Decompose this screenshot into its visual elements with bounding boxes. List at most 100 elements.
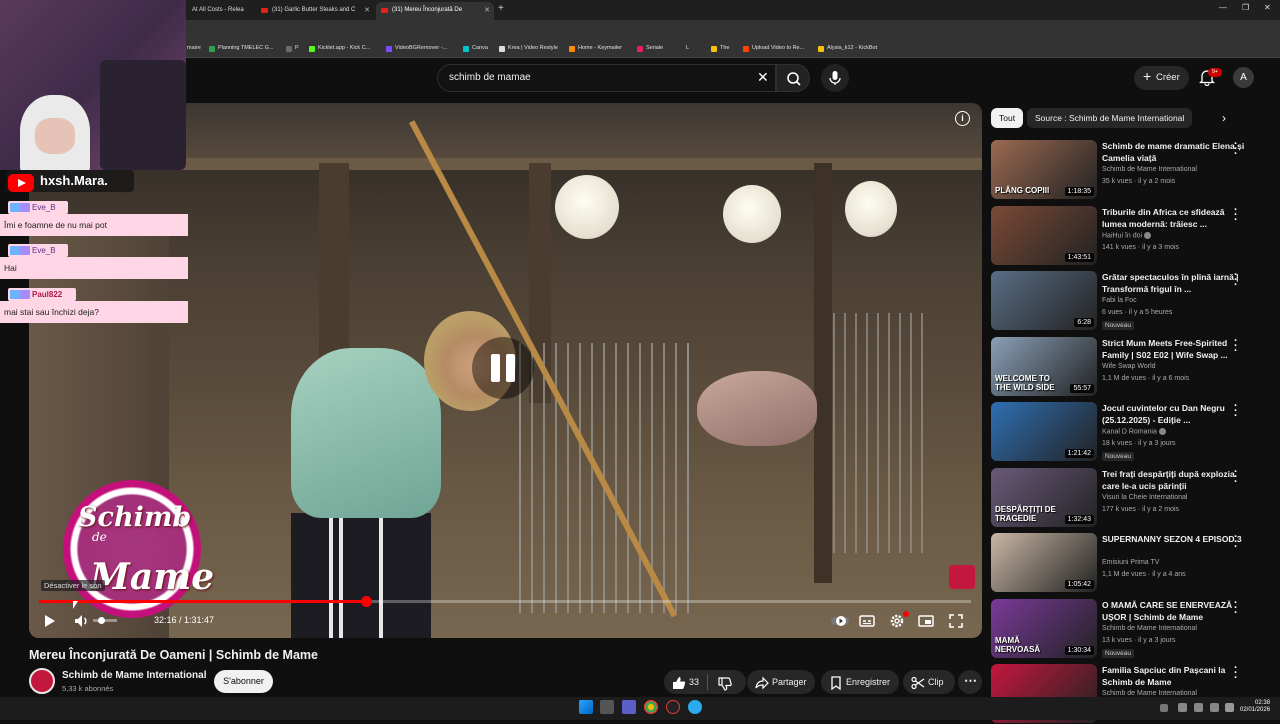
more-actions-button[interactable]: ⋯ (958, 670, 982, 694)
chrome-icon[interactable] (644, 700, 658, 714)
recommendation-channel[interactable]: Kanal D Romania (1102, 428, 1166, 435)
tray-icon[interactable] (1194, 703, 1203, 712)
bookmark[interactable]: Alysia_k12 - KickBot (818, 45, 877, 52)
account-avatar[interactable]: A (1233, 67, 1254, 88)
recommendation-title[interactable]: SUPERNANNY SEZON 4 EPISOD 3 (1102, 533, 1247, 545)
video-thumbnail[interactable]: 6:28 (991, 271, 1097, 330)
recommendation-item[interactable]: 1:21:42 Jocul cuvintelor cu Dan Negru (25… (991, 401, 1271, 462)
video-thumbnail[interactable]: MAMĂ NERVOASĂ 1:30:34 (991, 598, 1097, 658)
recommendation-item[interactable]: MAMĂ NERVOASĂ 1:30:34 O MAMĂ CARE SE ENERV… (991, 597, 1271, 659)
more-vert-icon[interactable]: · · · (1234, 204, 1238, 225)
more-vert-icon[interactable]: · · · (1234, 532, 1238, 553)
close-tab-icon[interactable]: ✕ (484, 6, 490, 14)
telegram-icon[interactable] (688, 700, 702, 714)
channel-watermark-icon[interactable] (949, 565, 975, 589)
recommendation-item[interactable]: 6:28 Grătar spectaculos în plină iarnă | … (991, 270, 1271, 331)
more-vert-icon[interactable]: · · · (1234, 597, 1238, 618)
tray-icon[interactable] (1178, 703, 1187, 712)
bookmark[interactable]: Canva (463, 45, 488, 52)
channel-avatar[interactable] (29, 668, 55, 694)
tray-icon[interactable] (1210, 703, 1219, 712)
progress-bar[interactable] (39, 596, 971, 607)
recommendation-channel[interactable]: Wife Swap World (1102, 363, 1156, 370)
recommendation-title[interactable]: Triburile din Africa ce sfidează lumea m… (1102, 206, 1247, 230)
app-icon[interactable] (666, 700, 680, 714)
info-icon[interactable]: i (955, 111, 970, 126)
recommendation-channel[interactable]: Schimb de Mame International (1102, 625, 1197, 632)
recommendation-channel[interactable]: Schimb de Mame International (1102, 690, 1197, 697)
recommendation-title[interactable]: Jocul cuvintelor cu Dan Negru (25.12.202… (1102, 402, 1247, 426)
bookmark[interactable]: P (286, 45, 299, 52)
create-button[interactable]: + Créer (1134, 66, 1189, 90)
browser-tab-active[interactable]: (31) Mereu Înconjurată De ✕ (376, 2, 494, 20)
chevron-right-icon[interactable]: › (1222, 111, 1226, 125)
recommendation-title[interactable]: Grătar spectaculos în plină iarnă | Tran… (1102, 271, 1247, 295)
channel-name[interactable]: Schimb de Mame International (62, 670, 206, 681)
bookmark[interactable]: Kicklet.app - Kick C... (309, 45, 370, 52)
search-input[interactable]: schimb de mamae ✕ (437, 64, 776, 92)
recommendation-item[interactable]: 1:43:51 Triburile din Africa ce sfidează … (991, 204, 1271, 266)
bookmark[interactable]: Planning TMELEC G... (209, 45, 274, 52)
play-button[interactable] (39, 611, 59, 631)
recommendation-channel[interactable]: Visuri la Cheie International (1102, 494, 1187, 501)
new-tab-icon[interactable]: + (498, 3, 504, 14)
recommendation-item[interactable]: WELCOME TO THE WILD SIDE 55:57 Strict Mum … (991, 335, 1271, 397)
dislike-button[interactable] (718, 676, 732, 691)
clear-search-icon[interactable]: ✕ (757, 69, 769, 86)
bookmark[interactable]: Krea | Video Restyle (499, 45, 558, 52)
video-thumbnail[interactable]: 1:43:51 (991, 205, 1097, 265)
system-clock[interactable]: 02:38 02/01/2026 (1240, 700, 1270, 714)
more-vert-icon[interactable]: · · · (1234, 270, 1238, 291)
recommendation-title[interactable]: Schimb de mame dramatic Elena și Camelia… (1102, 140, 1247, 164)
video-thumbnail[interactable]: WELCOME TO THE WILD SIDE 55:57 (991, 336, 1097, 396)
tray-chevron-icon[interactable] (1160, 704, 1168, 712)
chip-source[interactable]: Source : Schimb de Mame International (1027, 108, 1193, 128)
miniplayer-button[interactable] (916, 611, 936, 631)
bookmark[interactable]: Upload Video to Re... (743, 45, 804, 52)
recommendation-item[interactable]: PLÂNG COPIII 1:18:35 Schimb de mame dramat… (991, 139, 1271, 200)
recommendation-channel[interactable]: Fabi la Foc (1102, 297, 1137, 304)
recommendation-channel[interactable]: Schimb de Mame International (1102, 166, 1197, 173)
volume-tray-icon[interactable] (1225, 703, 1234, 712)
bookmark[interactable]: L (677, 45, 689, 51)
more-vert-icon[interactable]: · · · (1234, 335, 1238, 356)
teams-icon[interactable] (622, 700, 636, 714)
bookmark[interactable]: VideoBGRemover -... (386, 45, 447, 52)
recommendation-title[interactable]: O MAMĂ CARE SE ENERVEAZĂ UȘOR | Schimb d… (1102, 599, 1247, 623)
save-button[interactable]: Enregistrer (821, 670, 899, 694)
video-thumbnail[interactable]: DESPĂRȚIȚI DE TRAGEDIE 1:32:43 (991, 467, 1097, 527)
bookmark[interactable]: Home - Keymailer (569, 45, 622, 52)
autoplay-toggle[interactable] (830, 611, 850, 631)
close-tab-icon[interactable]: ✕ (364, 6, 370, 14)
mute-button[interactable] (72, 611, 92, 631)
subscribe-button[interactable]: S'abonner (214, 670, 273, 693)
recommendation-title[interactable]: Familia Sapciuc din Pașcani la Schimb de… (1102, 664, 1247, 688)
bookmark[interactable]: Seriale (637, 45, 663, 52)
minimize-icon[interactable]: — (1219, 3, 1227, 12)
recommendation-channel[interactable]: Emisiuni Prima TV (1102, 559, 1159, 566)
more-vert-icon[interactable]: · · · (1234, 139, 1238, 160)
start-icon[interactable] (579, 700, 593, 714)
video-thumbnail[interactable]: 1:21:42 (991, 402, 1097, 461)
volume-slider-knob[interactable] (98, 617, 105, 624)
maximize-icon[interactable]: ❐ (1242, 3, 1249, 12)
voice-search-button[interactable] (821, 64, 849, 92)
chip-all[interactable]: Tout (991, 108, 1024, 128)
more-vert-icon[interactable]: · · · (1234, 663, 1238, 684)
task-view-icon[interactable] (600, 700, 614, 714)
browser-tab[interactable]: (31) Garlic Butter Steaks and C ✕ (256, 2, 374, 20)
video-thumbnail[interactable]: PLÂNG COPIII 1:18:35 (991, 140, 1097, 199)
recommendation-title[interactable]: Strict Mum Meets Free-Spirited Family | … (1102, 337, 1247, 361)
browser-tab[interactable]: At All Costs - Relea (176, 2, 254, 20)
recommendation-title[interactable]: Trei frați despărțiți după explozia care… (1102, 468, 1247, 492)
bookmark[interactable]: The (711, 45, 729, 52)
clip-button[interactable]: Clip (903, 670, 955, 694)
video-thumbnail[interactable]: 1:05:42 (991, 533, 1097, 592)
recommendation-channel[interactable]: HaiHui în doi (1102, 231, 1152, 239)
more-vert-icon[interactable]: · · · (1234, 466, 1238, 487)
more-vert-icon[interactable]: · · · (1234, 401, 1238, 422)
search-button[interactable] (776, 64, 810, 92)
share-button[interactable]: Partager (747, 670, 815, 694)
subtitles-button[interactable] (857, 611, 877, 631)
close-window-icon[interactable]: ✕ (1264, 3, 1271, 12)
